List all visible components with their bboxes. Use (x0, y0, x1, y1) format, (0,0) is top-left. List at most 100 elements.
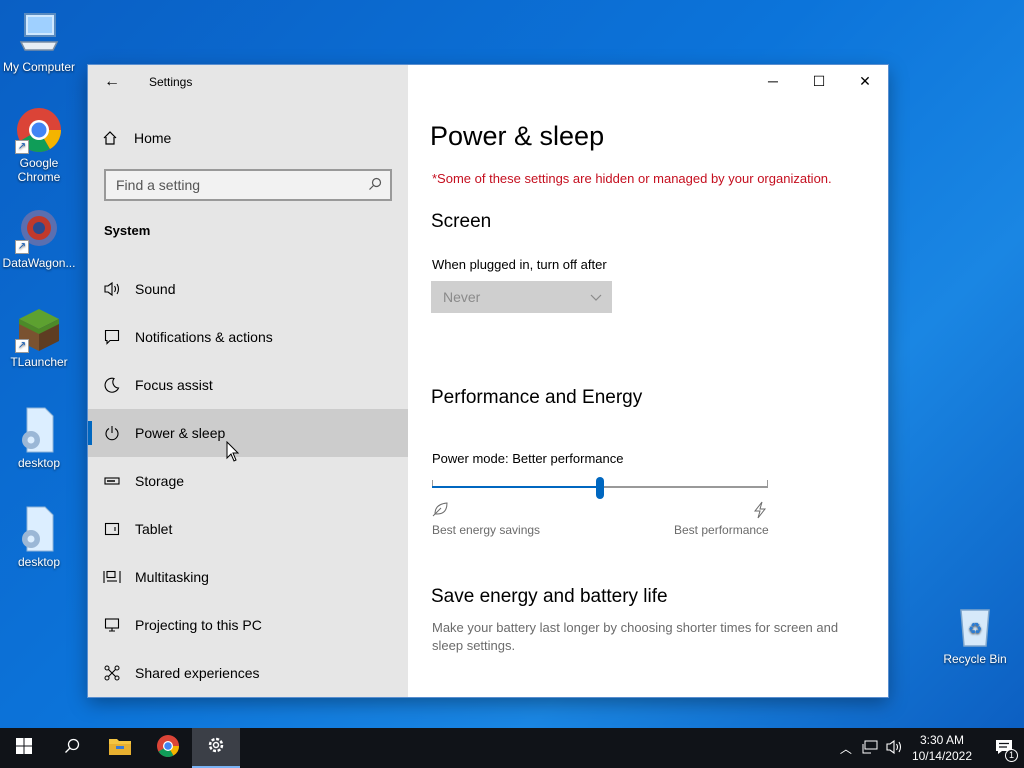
nav-home[interactable]: Home (88, 121, 408, 155)
speaker-icon (88, 281, 135, 297)
slider-max-label: Best performance (674, 523, 769, 537)
window-controls: ─ ☐ ✕ (750, 65, 888, 97)
slider-thumb[interactable] (596, 477, 604, 499)
gear-icon (206, 735, 226, 760)
search-icon (368, 177, 382, 194)
svg-text:♻: ♻ (968, 619, 982, 638)
maximize-button[interactable]: ☐ (796, 65, 842, 97)
close-icon: ✕ (859, 72, 871, 89)
back-button[interactable]: ← (88, 65, 136, 99)
folder-icon (108, 736, 132, 761)
nav-item-sound[interactable]: Sound (88, 265, 408, 313)
chevron-up-icon: ︿ (839, 741, 852, 756)
action-center-button[interactable]: 1 (984, 728, 1024, 768)
minimize-icon: ─ (768, 73, 778, 89)
page-title: Power & sleep (430, 121, 605, 151)
lightning-icon (752, 501, 768, 524)
nav-item-storage[interactable]: Storage (88, 457, 408, 505)
slider-min-label: Best energy savings (432, 523, 541, 537)
slider-track-empty (600, 486, 768, 488)
nav-item-notifications[interactable]: Notifications & actions (88, 313, 408, 361)
nav-item-projecting[interactable]: Projecting to this PC (88, 601, 408, 649)
datawagon-icon: ↗ (15, 206, 63, 254)
network-icon (862, 740, 878, 757)
tray-overflow-button[interactable]: ︿ (834, 740, 858, 757)
slider-track-filled (432, 486, 600, 488)
back-arrow-icon: ← (104, 73, 120, 90)
maximize-icon: ☐ (812, 72, 826, 89)
leaf-icon (432, 501, 450, 522)
nav-item-shared-experiences[interactable]: Shared experiences (88, 649, 408, 697)
shortcut-arrow-icon: ↗ (15, 339, 29, 353)
slider-tick (432, 480, 433, 486)
moon-icon (88, 377, 135, 393)
screen-timeout-dropdown[interactable]: Never (431, 281, 612, 313)
save-energy-description: Make your battery last longer by choosin… (432, 620, 839, 653)
system-tray: ︿ 3:30 AM 10/14/2022 1 (834, 728, 1024, 768)
taskbar-chrome[interactable] (144, 728, 192, 768)
slider-tick (767, 480, 768, 486)
settings-sidebar: ← Settings Home Find a setting System So… (88, 65, 408, 697)
window-title: Settings (149, 75, 193, 89)
search-input[interactable]: Find a setting (104, 169, 392, 201)
title-bar: ← Settings (88, 65, 408, 99)
plugged-in-label: When plugged in, turn off after (432, 257, 607, 272)
speaker-icon (885, 739, 903, 758)
taskbar-clock[interactable]: 3:30 AM 10/14/2022 (912, 732, 972, 764)
clock-date: 10/14/2022 (911, 749, 972, 763)
shared-icon (88, 665, 135, 681)
taskbar: ︿ 3:30 AM 10/14/2022 1 (0, 728, 1024, 768)
desktop-icon-desktop-2[interactable]: desktop (0, 505, 78, 569)
chrome-icon (156, 734, 180, 763)
screen-heading: Screen (431, 211, 492, 232)
desktop-icon-recycle-bin[interactable]: ♻ Recycle Bin (936, 602, 1014, 666)
shortcut-arrow-icon: ↗ (15, 140, 29, 154)
settings-file-icon (15, 505, 63, 553)
projector-icon (88, 617, 135, 633)
nav-item-tablet[interactable]: Tablet (88, 505, 408, 553)
message-icon (88, 329, 135, 345)
nav-item-power-sleep[interactable]: Power & sleep (88, 409, 408, 457)
mouse-cursor-icon (226, 440, 240, 468)
chrome-icon: ↗ (15, 106, 63, 154)
save-energy-heading: Save energy and battery life (431, 586, 668, 607)
power-mode-label: Power mode: Better performance (432, 451, 624, 466)
desktop-icon-datawagon[interactable]: ↗ DataWagon... (0, 206, 78, 270)
desktop-icon-my-computer[interactable]: My Computer (0, 10, 78, 74)
recycle-bin-icon: ♻ (951, 602, 999, 650)
section-label-system: System (104, 223, 151, 238)
taskbar-file-explorer[interactable] (96, 728, 144, 768)
power-mode-slider[interactable] (432, 477, 768, 499)
search-icon (64, 738, 80, 759)
desktop-icon-google-chrome[interactable]: ↗ Google Chrome (0, 106, 78, 184)
start-button[interactable] (0, 728, 48, 768)
desktop-icon-desktop-1[interactable]: desktop (0, 406, 78, 470)
nav-item-focus-assist[interactable]: Focus assist (88, 361, 408, 409)
managed-warning: *Some of these settings are hidden or ma… (432, 171, 832, 186)
performance-heading: Performance and Energy (431, 387, 643, 408)
settings-nav: Sound Notifications & actions Focus assi… (88, 265, 408, 697)
volume-button[interactable] (882, 739, 906, 758)
computer-icon (15, 10, 63, 58)
power-icon (88, 425, 135, 441)
minimize-button[interactable]: ─ (750, 65, 796, 97)
windows-logo-icon (16, 737, 32, 759)
nav-item-multitasking[interactable]: Multitasking (88, 553, 408, 601)
multitasking-icon (88, 569, 135, 585)
notification-count-badge: 1 (1005, 749, 1018, 762)
settings-main-pane: ─ ☐ ✕ Power & sleep *Some of these setti… (408, 65, 888, 697)
taskbar-search-button[interactable] (48, 728, 96, 768)
chevron-down-icon (590, 289, 602, 305)
shortcut-arrow-icon: ↗ (15, 240, 29, 254)
desktop-icon-tlauncher[interactable]: ↗ TLauncher (0, 305, 78, 369)
clock-time: 3:30 AM (919, 733, 964, 747)
home-icon (86, 130, 134, 146)
network-button[interactable] (858, 740, 882, 757)
settings-file-icon (15, 406, 63, 454)
settings-window: ← Settings Home Find a setting System So… (88, 65, 888, 697)
grass-block-icon: ↗ (15, 305, 63, 353)
taskbar-settings[interactable] (192, 728, 240, 768)
storage-icon (88, 473, 135, 489)
close-button[interactable]: ✕ (842, 65, 888, 97)
tablet-icon (88, 521, 135, 537)
